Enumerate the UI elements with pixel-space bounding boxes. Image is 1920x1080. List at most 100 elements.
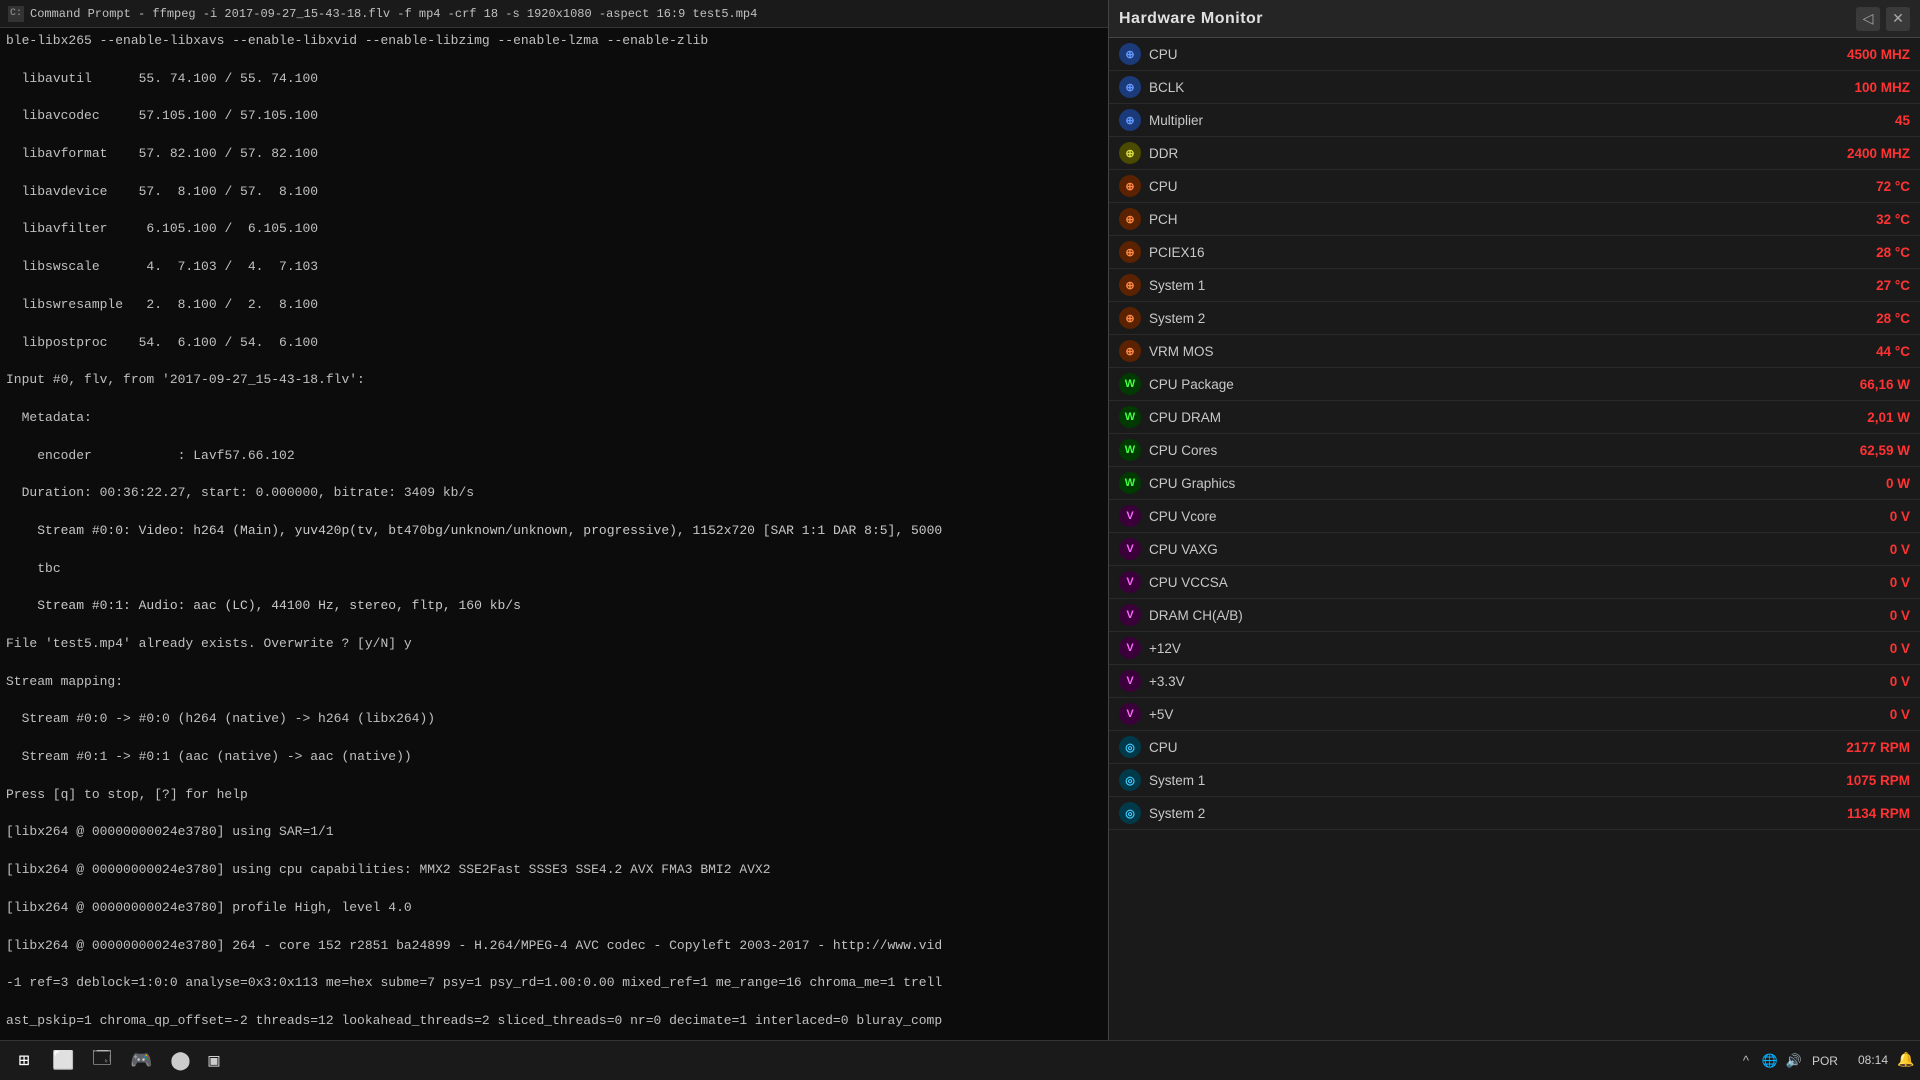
- hw-item-value: 44 °C: [1820, 344, 1910, 359]
- hw-item-label: DRAM CH(A/B): [1149, 608, 1820, 623]
- cmd-line: libavdevice 57. 8.100 / 57. 8.100: [6, 183, 1102, 202]
- hw-icon-volt: V: [1119, 637, 1141, 659]
- hw-row: V DRAM CH(A/B)0 V: [1109, 599, 1920, 632]
- hw-icon-power: W: [1119, 406, 1141, 428]
- hw-icon-volt: V: [1119, 538, 1141, 560]
- hw-icon-temp: ⊕: [1119, 241, 1141, 263]
- hw-icon-temp: ⊕: [1119, 340, 1141, 362]
- cmd-line: File 'test5.mp4' already exists. Overwri…: [6, 635, 1102, 654]
- hw-icon-volt: V: [1119, 604, 1141, 626]
- hw-icon-volt: V: [1119, 703, 1141, 725]
- hw-row: VCPU VCCSA0 V: [1109, 566, 1920, 599]
- volume-icon[interactable]: 🔊: [1784, 1051, 1804, 1071]
- hw-row: ⊕ PCIEX1628 °C: [1109, 236, 1920, 269]
- hw-item-label: System 1: [1149, 278, 1820, 293]
- hw-item-value: 28 °C: [1820, 245, 1910, 260]
- hw-row: ⊕System 127 °C: [1109, 269, 1920, 302]
- cmd-line: libswresample 2. 8.100 / 2. 8.100: [6, 296, 1102, 315]
- hw-icon-fan: ◎: [1119, 769, 1141, 791]
- hw-row: ⊕ CPU72 °C: [1109, 170, 1920, 203]
- hw-item-label: System 1: [1149, 773, 1820, 788]
- hw-item-value: 2,01 W: [1820, 410, 1910, 425]
- cmd-line: encoder : Lavf57.66.102: [6, 447, 1102, 466]
- hw-item-label: System 2: [1149, 311, 1820, 326]
- hw-item-label: System 2: [1149, 806, 1820, 821]
- cmd-line: [libx264 @ 00000000024e3780] profile Hig…: [6, 899, 1102, 918]
- hw-item-value: 0 V: [1820, 707, 1910, 722]
- cmd-line: Stream #0:1: Audio: aac (LC), 44100 Hz, …: [6, 597, 1102, 616]
- hw-item-value: 1075 RPM: [1820, 773, 1910, 788]
- hw-icon-temp: ⊕: [1119, 307, 1141, 329]
- hw-item-value: 0 V: [1820, 608, 1910, 623]
- cmd-line: Stream #0:0: Video: h264 (Main), yuv420p…: [6, 522, 1102, 541]
- hw-item-value: 2400 MHZ: [1820, 146, 1910, 161]
- hw-icon-cpu: ⊕: [1119, 43, 1141, 65]
- hw-item-label: PCIEX16: [1149, 245, 1820, 260]
- taskbar: ⊞ ⬜🗔🎮⬤▣ ^ 🌐 🔊 POR 08:14 🔔: [0, 1040, 1920, 1080]
- cmd-line: [libx264 @ 00000000024e3780] 264 - core …: [6, 937, 1102, 956]
- cmd-line: libavformat 57. 82.100 / 57. 82.100: [6, 145, 1102, 164]
- taskbar-app-gray-button[interactable]: ▣: [201, 1044, 228, 1078]
- hw-row: WCPU DRAM2,01 W: [1109, 401, 1920, 434]
- hw-item-label: VRM MOS: [1149, 344, 1820, 359]
- hw-item-value: 0 W: [1820, 476, 1910, 491]
- cmd-line: libpostproc 54. 6.100 / 54. 6.100: [6, 334, 1102, 353]
- hw-minimize-button[interactable]: ◁: [1856, 7, 1880, 31]
- taskbar-clock[interactable]: 08:14: [1850, 1052, 1896, 1069]
- cmd-line: Stream #0:0 -> #0:0 (h264 (native) -> h2…: [6, 710, 1102, 729]
- hw-item-value: 0 V: [1820, 575, 1910, 590]
- taskbar-app-red-button[interactable]: ⬤: [162, 1044, 198, 1078]
- hw-item-label: BCLK: [1149, 80, 1820, 95]
- cmd-line: [libx264 @ 00000000024e3780] using SAR=1…: [6, 823, 1102, 842]
- hw-row: ⊕ VRM MOS44 °C: [1109, 335, 1920, 368]
- taskbar-steam-button[interactable]: 🎮: [122, 1044, 160, 1078]
- hw-monitor-titlebar: Hardware Monitor ◁ ✕: [1109, 0, 1920, 38]
- taskbar-task-view-button[interactable]: ⬜: [44, 1044, 82, 1078]
- hw-row: V+12V0 V: [1109, 632, 1920, 665]
- hw-icon-mem: ⊕: [1119, 142, 1141, 164]
- cmd-content[interactable]: ble-libx265 --enable-libxavs --enable-li…: [0, 28, 1108, 1080]
- hw-item-label: CPU VAXG: [1149, 542, 1820, 557]
- show-hidden-icons[interactable]: ^: [1736, 1051, 1756, 1071]
- hw-item-value: 4500 MHZ: [1820, 47, 1910, 62]
- hw-row: ◎ System 11075 RPM: [1109, 764, 1920, 797]
- cmd-title: Command Prompt - ffmpeg -i 2017-09-27_15…: [30, 7, 757, 21]
- hw-item-label: CPU: [1149, 47, 1820, 62]
- cmd-line: ble-libx265 --enable-libxavs --enable-li…: [6, 32, 1102, 51]
- hw-row: WCPU Package66,16 W: [1109, 368, 1920, 401]
- hw-row: ⊕PCH32 °C: [1109, 203, 1920, 236]
- taskbar-buttons: ⬜🗔🎮⬤▣: [44, 1044, 227, 1078]
- system-tray: ^ 🌐 🔊 POR: [1736, 1051, 1850, 1071]
- hw-item-value: 62,59 W: [1820, 443, 1910, 458]
- start-button[interactable]: ⊞: [4, 1043, 44, 1079]
- notification-icon[interactable]: 🔔: [1896, 1051, 1916, 1071]
- cmd-line: Press [q] to stop, [?] for help: [6, 786, 1102, 805]
- cmd-line: Duration: 00:36:22.27, start: 0.000000, …: [6, 484, 1102, 503]
- hw-item-label: +5V: [1149, 707, 1820, 722]
- hw-icon-temp: ⊕: [1119, 175, 1141, 197]
- cmd-line: Metadata:: [6, 409, 1102, 428]
- hw-row: ◎System 21134 RPM: [1109, 797, 1920, 830]
- hw-icon-temp: ⊕: [1119, 274, 1141, 296]
- hw-row: ◎CPU2177 RPM: [1109, 731, 1920, 764]
- hw-icon-cpu: ⊕: [1119, 109, 1141, 131]
- network-icon[interactable]: 🌐: [1760, 1051, 1780, 1071]
- hw-row: ⊕BCLK100 MHZ: [1109, 71, 1920, 104]
- hw-row: ⊕System 228 °C: [1109, 302, 1920, 335]
- hw-item-value: 45: [1820, 113, 1910, 128]
- hw-item-label: CPU: [1149, 179, 1820, 194]
- hw-icon-power: W: [1119, 472, 1141, 494]
- taskbar-file-explorer-button[interactable]: 🗔: [84, 1044, 120, 1078]
- cmd-line: libavutil 55. 74.100 / 55. 74.100: [6, 70, 1102, 89]
- hw-monitor-content[interactable]: ⊕CPU4500 MHZ⊕BCLK100 MHZ⊕Multiplier45⊕DD…: [1109, 38, 1920, 1080]
- hw-close-button[interactable]: ✕: [1886, 7, 1910, 31]
- hw-icon-power: W: [1119, 439, 1141, 461]
- cmd-line: ast_pskip=1 chroma_qp_offset=-2 threads=…: [6, 1012, 1102, 1031]
- hw-row: ⊕DDR2400 MHZ: [1109, 137, 1920, 170]
- cmd-line: libavcodec 57.105.100 / 57.105.100: [6, 107, 1102, 126]
- hw-icon-cpu: ⊕: [1119, 76, 1141, 98]
- language-indicator[interactable]: POR: [1808, 1054, 1842, 1068]
- hw-item-value: 72 °C: [1820, 179, 1910, 194]
- hw-item-label: CPU Vcore: [1149, 509, 1820, 524]
- hw-item-value: 32 °C: [1820, 212, 1910, 227]
